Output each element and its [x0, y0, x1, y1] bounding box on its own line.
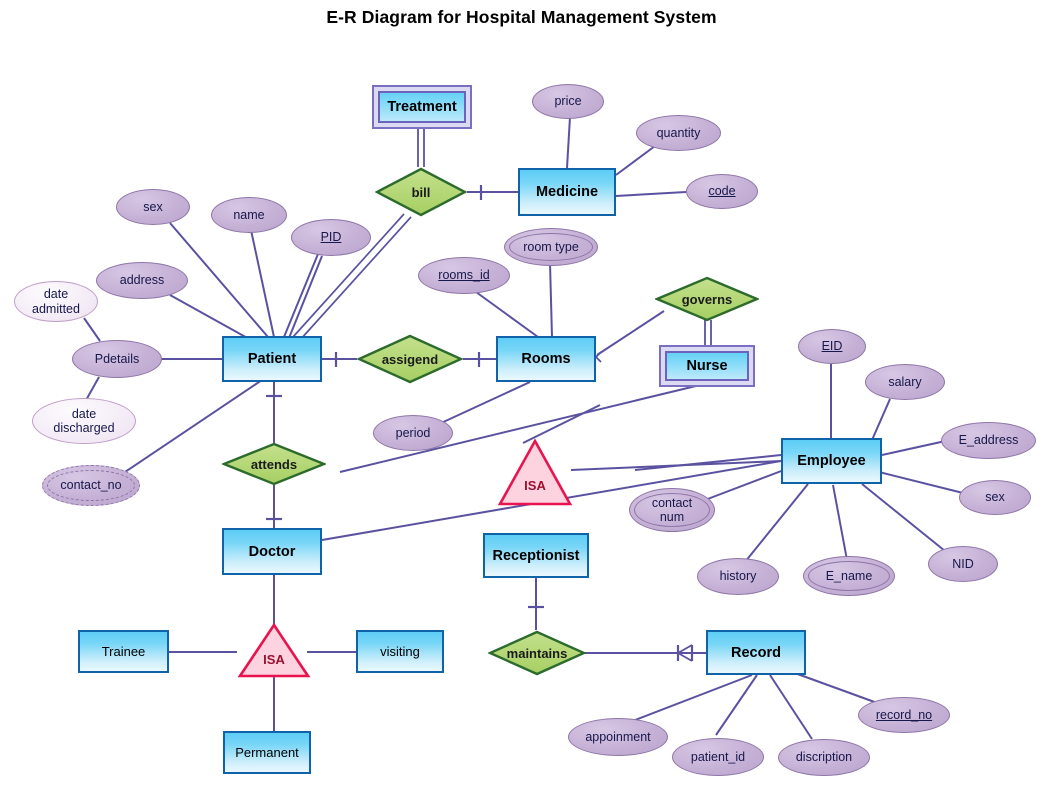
relationship-attends[interactable]: attends: [222, 442, 326, 486]
attribute-label: salary: [888, 374, 922, 389]
attribute-label-line1: contact: [651, 495, 693, 510]
entity-label: Employee: [797, 453, 866, 469]
attribute-patient-id[interactable]: patient_id: [672, 738, 764, 776]
entity-trainee[interactable]: Trainee: [78, 630, 169, 673]
attribute-contact-no[interactable]: contact_no: [42, 465, 140, 506]
attribute-nid[interactable]: NID: [928, 546, 998, 582]
entity-label: Record: [731, 644, 781, 661]
entity-label: Doctor: [248, 543, 296, 560]
weak-entity-nurse[interactable]: Nurse: [659, 345, 755, 387]
attribute-date-admitted[interactable]: date admitted: [14, 281, 98, 322]
entity-receptionist[interactable]: Receptionist: [483, 533, 589, 578]
attribute-label-line2: admitted: [32, 301, 80, 316]
attribute-label: E_address: [958, 433, 1019, 448]
attribute-label: E_name: [825, 568, 873, 583]
attribute-history[interactable]: history: [697, 558, 779, 595]
attribute-label: price: [554, 94, 582, 109]
er-diagram-canvas: E-R Diagram for Hospital Management Syst…: [0, 0, 1043, 789]
entity-record[interactable]: Record: [706, 630, 806, 675]
attribute-label: record_no: [875, 707, 933, 722]
weak-entity-treatment[interactable]: Treatment: [372, 85, 472, 129]
attribute-room-type[interactable]: room type: [504, 228, 598, 266]
attribute-sex-patient[interactable]: sex: [116, 189, 190, 225]
attribute-label: room type: [523, 239, 579, 254]
entity-permanent[interactable]: Permanent: [223, 731, 311, 774]
attribute-label: sex: [143, 199, 163, 214]
entity-label: Permanent: [235, 745, 299, 760]
attribute-salary[interactable]: salary: [865, 364, 945, 400]
attribute-date-discharged[interactable]: date discharged: [32, 398, 136, 444]
attribute-label: code: [708, 184, 736, 199]
attribute-label: Pdetails: [94, 351, 140, 366]
entity-label: Patient: [247, 351, 297, 367]
attribute-label: name: [233, 207, 265, 222]
attribute-label-line1: date: [43, 287, 69, 302]
entity-label: visiting: [380, 644, 420, 659]
attribute-pid[interactable]: PID: [291, 219, 371, 256]
attribute-rooms-id[interactable]: rooms_id: [418, 257, 510, 294]
attribute-label: contact_no: [60, 478, 122, 493]
attribute-label: period: [395, 425, 431, 440]
attribute-sex-employee[interactable]: sex: [959, 480, 1031, 515]
relationship-maintains[interactable]: maintains: [488, 630, 586, 676]
entity-label: Nurse: [686, 358, 728, 374]
entity-rooms[interactable]: Rooms: [496, 336, 596, 382]
attribute-e-address[interactable]: E_address: [941, 422, 1036, 459]
attribute-name[interactable]: name: [211, 197, 287, 233]
attribute-quantity[interactable]: quantity: [636, 115, 721, 151]
attribute-price[interactable]: price: [532, 84, 604, 119]
attribute-address[interactable]: address: [96, 262, 188, 299]
attribute-label: history: [719, 569, 757, 584]
attribute-label-line2: num: [659, 510, 685, 524]
entity-patient[interactable]: Patient: [222, 336, 322, 382]
entity-medicine[interactable]: Medicine: [518, 168, 616, 216]
attribute-label: address: [119, 273, 165, 288]
attribute-label: PID: [320, 230, 342, 245]
page-title: E-R Diagram for Hospital Management Syst…: [326, 7, 717, 27]
entity-label: Treatment: [387, 99, 457, 115]
attribute-appoinment[interactable]: appoinment: [568, 718, 668, 756]
isa-receptionist[interactable]: ISA: [497, 438, 573, 508]
attribute-code[interactable]: code: [686, 174, 758, 209]
attribute-label-line2: discharged: [53, 421, 115, 435]
attribute-e-name[interactable]: E_name: [803, 556, 895, 596]
entity-visiting[interactable]: visiting: [356, 630, 444, 673]
attribute-record-no[interactable]: record_no: [858, 697, 950, 733]
attribute-discription[interactable]: discription: [778, 739, 870, 776]
attribute-label: appoinment: [585, 729, 651, 744]
entity-employee[interactable]: Employee: [781, 438, 882, 484]
attribute-eid[interactable]: EID: [798, 329, 866, 364]
relationship-assigend[interactable]: assigend: [357, 334, 463, 384]
attribute-label: NID: [952, 556, 974, 571]
attribute-label: discription: [795, 750, 853, 765]
attribute-label: patient_id: [690, 749, 746, 764]
entity-label: Receptionist: [492, 547, 580, 564]
isa-doctor[interactable]: ISA: [237, 622, 311, 680]
attribute-label: sex: [985, 490, 1005, 505]
attribute-label: rooms_id: [438, 268, 490, 283]
entity-label: Medicine: [535, 184, 599, 200]
entity-label: Rooms: [521, 351, 571, 367]
attribute-label-line1: date: [71, 406, 97, 421]
attribute-contact-num[interactable]: contact num: [629, 488, 715, 532]
relationship-bill[interactable]: bill: [375, 167, 467, 217]
attribute-period[interactable]: period: [373, 415, 453, 451]
attribute-label: quantity: [656, 125, 701, 140]
attribute-label: EID: [821, 339, 843, 354]
relationship-governs[interactable]: governs: [655, 276, 759, 322]
entity-label: Trainee: [101, 644, 146, 659]
attribute-pdetails[interactable]: Pdetails: [72, 340, 162, 378]
entity-doctor[interactable]: Doctor: [222, 528, 322, 575]
